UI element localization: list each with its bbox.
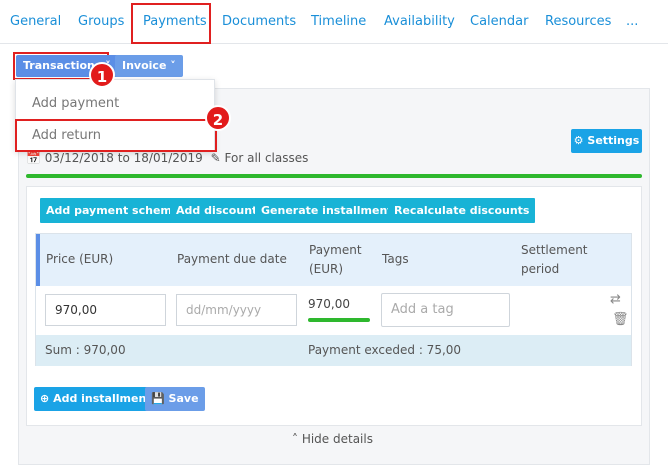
tab-more[interactable]: ... [626, 14, 638, 29]
plus-circle-icon: ⊕ [40, 392, 50, 405]
installments-table: Price (EUR) Payment due date Payment (EU… [35, 233, 632, 366]
edit-icon[interactable]: ✎ [211, 151, 221, 165]
price-input[interactable]: 970,00 [45, 294, 166, 326]
tab-groups[interactable]: Groups [78, 14, 124, 29]
tab-general[interactable]: General [10, 14, 61, 29]
save-button[interactable]: 💾 Save [145, 387, 205, 411]
tab-availability[interactable]: Availability [384, 14, 455, 29]
tag-input[interactable]: Add a tag [381, 293, 510, 327]
tab-timeline[interactable]: Timeline [311, 14, 366, 29]
date-separator: to [117, 151, 130, 165]
add-payment-scheme-button[interactable]: Add payment scheme [40, 198, 186, 223]
tab-resources[interactable]: Resources [545, 14, 611, 29]
hide-details-link[interactable]: ˄ Hide details [292, 432, 373, 446]
trash-icon[interactable]: 🗑 [612, 312, 629, 327]
payment-value: 970,00 [308, 297, 350, 311]
col-tags: Tags [382, 252, 409, 266]
chevron-down-icon: ˅ [170, 59, 176, 72]
invoice-label: Invoice [122, 59, 167, 72]
col-price: Price (EUR) [46, 252, 114, 266]
settings-button[interactable]: ⚙ Settings [571, 129, 642, 153]
tab-bar: General Groups Payments Documents Timeli… [0, 0, 668, 44]
sum-row: Sum : 970,00 Payment exceded : 75,00 [36, 335, 631, 366]
col-settlement: Settlement period [521, 243, 588, 276]
generate-installments-button[interactable]: Generate installments [255, 198, 406, 223]
step-2-badge: 2 [205, 105, 231, 131]
table-row: 970,00 dd/mm/yyyy 970,00 Add a tag ⇄ 🗑 [36, 286, 631, 335]
add-discount-button[interactable]: Add discount [170, 198, 264, 223]
sum-label: Sum : 970,00 [45, 343, 126, 357]
tab-calendar[interactable]: Calendar [470, 14, 528, 29]
step-1-badge: 1 [89, 62, 115, 88]
add-installment-button[interactable]: ⊕ Add installment [34, 387, 158, 411]
tab-payments[interactable]: Payments [143, 14, 207, 29]
hide-details-label: Hide details [301, 432, 373, 446]
calendar-icon: 📅 [26, 151, 41, 165]
date-to: 18/01/2019 [133, 151, 203, 165]
chevron-up-icon: ˄ [292, 432, 298, 446]
recalculate-discounts-button[interactable]: Recalculate discounts [388, 198, 536, 223]
payment-progress-bar [308, 318, 370, 322]
add-installment-label: Add installment [53, 392, 152, 405]
add-return-highlight [15, 119, 217, 152]
shuffle-icon[interactable]: ⇄ [610, 292, 621, 307]
table-header: Price (EUR) Payment due date Payment (EU… [36, 234, 631, 286]
col-payment: Payment (EUR) [309, 243, 362, 276]
tab-documents[interactable]: Documents [222, 14, 296, 29]
settings-label: Settings [587, 134, 640, 147]
floppy-icon: 💾 [151, 392, 165, 405]
due-date-input[interactable]: dd/mm/yyyy [176, 294, 297, 326]
date-range: 📅 03/12/2018 to 18/01/2019 ✎ For all cla… [26, 151, 308, 165]
save-label: Save [168, 392, 199, 405]
col-due-date: Payment due date [177, 252, 287, 266]
exceeded-label: Payment exceded : 75,00 [308, 343, 462, 357]
status-progress-bar [26, 174, 642, 178]
gear-icon: ⚙ [573, 134, 584, 147]
invoice-button[interactable]: Invoice ˅ [115, 55, 183, 77]
menu-item-add-payment[interactable]: Add payment [32, 96, 119, 111]
date-from: 03/12/2018 [44, 151, 114, 165]
scope-label: For all classes [224, 151, 309, 165]
